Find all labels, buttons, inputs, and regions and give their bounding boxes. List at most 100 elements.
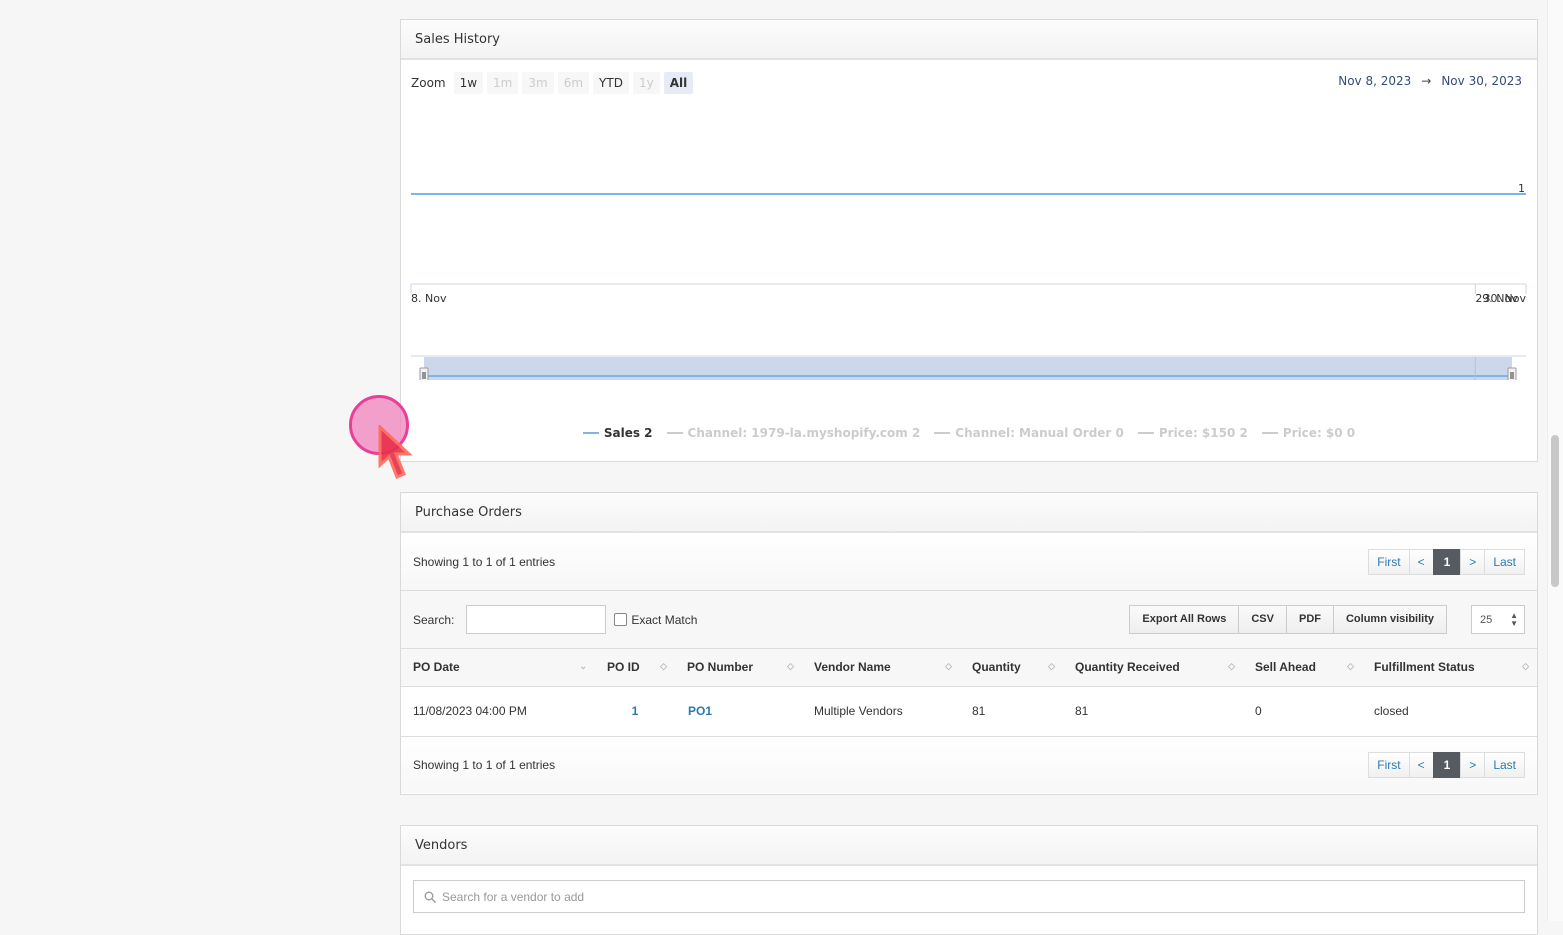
first-page-button[interactable]: First bbox=[1368, 751, 1410, 778]
legend-item[interactable]: Sales 2 bbox=[582, 426, 653, 440]
purchase-orders-table: PO Date ⌄ PO ID ◇ PO Number ◇ Vendor Name ◇ … bbox=[401, 649, 1537, 737]
cell-status: closed bbox=[1362, 686, 1537, 737]
panel-title: Vendors bbox=[415, 837, 468, 853]
legend-line-icon bbox=[666, 432, 683, 434]
table-info-bottom: Showing 1 to 1 of 1 entries First < 1 > … bbox=[401, 736, 1537, 793]
col-label: Fulfillment Status bbox=[1374, 660, 1475, 675]
cell-po-id: 1 bbox=[595, 686, 675, 737]
legend-label: Price: $0 0 bbox=[1282, 426, 1356, 440]
navigator-left-handle[interactable] bbox=[419, 367, 429, 380]
legend-label: Channel: 1979-la.myshopify.com 2 bbox=[687, 426, 921, 440]
legend-item[interactable]: Price: $0 0 bbox=[1261, 426, 1356, 440]
col-label: PO ID bbox=[607, 660, 640, 675]
search-label: Search: bbox=[413, 612, 455, 627]
prev-page-button[interactable]: < bbox=[1408, 751, 1434, 778]
legend-label: Price: $150 2 bbox=[1158, 426, 1248, 440]
col-label: Quantity bbox=[972, 660, 1021, 675]
col-label: Vendor Name bbox=[814, 660, 891, 675]
checkbox-box[interactable] bbox=[614, 613, 628, 626]
panel-title: Sales History bbox=[415, 31, 500, 47]
sort-desc-icon: ⌄ bbox=[579, 661, 587, 671]
cell-sell-ahead: 0 bbox=[1243, 686, 1362, 737]
page-length-select[interactable]: 25 ▲ ▼ bbox=[1471, 605, 1525, 634]
current-page-button[interactable]: 1 bbox=[1432, 548, 1462, 575]
vendors-header: Vendors bbox=[401, 826, 1537, 866]
navigator-right-handle[interactable] bbox=[1507, 367, 1517, 380]
legend-line-icon bbox=[1137, 432, 1154, 434]
cell-po-number: PO1 bbox=[675, 686, 802, 737]
col-quantity-received[interactable]: Quantity Received ◇ bbox=[1063, 649, 1243, 687]
sort-icon: ◇ bbox=[945, 661, 952, 671]
sort-icon: ◇ bbox=[1347, 661, 1354, 671]
po-id-link[interactable]: 1 bbox=[632, 704, 639, 718]
vendor-search-input[interactable]: Search for a vendor to add bbox=[413, 880, 1525, 913]
csv-button[interactable]: CSV bbox=[1238, 605, 1287, 634]
chart-legend: Sales 2 Channel: 1979-la.myshopify.com 2 C… bbox=[401, 426, 1537, 440]
table-row: 11/08/2023 04:00 PM 1 PO1 Multiple Vendo… bbox=[401, 686, 1537, 737]
sales-chart: 18. Nov29. Nov30. Nov8. Nov29. Nov bbox=[410, 182, 1527, 380]
current-page-button[interactable]: 1 bbox=[1432, 751, 1462, 778]
col-po-id[interactable]: PO ID ◇ bbox=[595, 649, 675, 687]
prev-page-button[interactable]: < bbox=[1408, 548, 1434, 575]
page-length-value: 25 bbox=[1480, 613, 1493, 626]
legend-item[interactable]: Channel: 1979-la.myshopify.com 2 bbox=[666, 426, 921, 440]
col-sell-ahead[interactable]: Sell Ahead ◇ bbox=[1243, 649, 1362, 687]
col-label: PO Date bbox=[413, 660, 460, 675]
pdf-button[interactable]: PDF bbox=[1285, 605, 1334, 634]
updown-icon: ▲ ▼ bbox=[1510, 610, 1518, 628]
col-po-number[interactable]: PO Number ◇ bbox=[675, 649, 802, 687]
sort-icon: ◇ bbox=[1048, 661, 1055, 671]
entries-info: Showing 1 to 1 of 1 entries bbox=[413, 554, 556, 569]
table-header-row: PO Date ⌄ PO ID ◇ PO Number ◇ Vendor Name ◇ … bbox=[401, 649, 1537, 687]
col-po-date[interactable]: PO Date ⌄ bbox=[401, 649, 595, 687]
legend-label: Channel: Manual Order 0 bbox=[955, 426, 1124, 440]
x-tick-label: 30. Nov bbox=[1484, 292, 1527, 305]
table-tools: Search: Exact Match Export All Rows CSV … bbox=[401, 591, 1537, 649]
x-tick-label: 8. Nov bbox=[411, 292, 447, 305]
page-scrollbar-thumb[interactable] bbox=[1551, 435, 1559, 587]
col-fulfillment-status[interactable]: Fulfillment Status ◇ bbox=[1362, 649, 1537, 687]
legend-item[interactable]: Price: $150 2 bbox=[1137, 426, 1248, 440]
next-page-button[interactable]: > bbox=[1460, 548, 1486, 575]
purchase-orders-header: Purchase Orders bbox=[401, 493, 1537, 533]
cell-quantity: 81 bbox=[960, 686, 1063, 737]
sort-icon: ◇ bbox=[787, 661, 794, 671]
last-page-button[interactable]: Last bbox=[1484, 548, 1525, 575]
col-label: Quantity Received bbox=[1075, 660, 1180, 675]
series-end-label: 1 bbox=[1518, 182, 1525, 195]
col-vendor-name[interactable]: Vendor Name ◇ bbox=[802, 649, 960, 687]
sales-history-panel: Sales History Zoom 1w 1m 3m 6m YTD 1y Al… bbox=[400, 19, 1538, 462]
vendor-search-placeholder: Search for a vendor to add bbox=[442, 889, 585, 904]
export-all-rows-button[interactable]: Export All Rows bbox=[1129, 605, 1240, 634]
legend-line-icon bbox=[934, 432, 951, 434]
sort-icon: ◇ bbox=[1522, 661, 1529, 671]
legend-line-icon bbox=[582, 432, 599, 434]
col-quantity[interactable]: Quantity ◇ bbox=[960, 649, 1063, 687]
col-label: Sell Ahead bbox=[1255, 660, 1316, 675]
export-buttons: Export All Rows CSV PDF Column visibilit… bbox=[1129, 605, 1447, 634]
purchase-orders-panel: Purchase Orders Showing 1 to 1 of 1 entr… bbox=[400, 492, 1538, 795]
pagination-bottom: First < 1 > Last bbox=[1368, 751, 1525, 778]
entries-info: Showing 1 to 1 of 1 entries bbox=[413, 757, 556, 772]
cell-po-date: 11/08/2023 04:00 PM bbox=[401, 686, 595, 737]
panel-title: Purchase Orders bbox=[415, 504, 522, 520]
column-visibility-button[interactable]: Column visibility bbox=[1332, 605, 1447, 634]
search-icon bbox=[424, 891, 436, 903]
col-label: PO Number bbox=[687, 660, 754, 675]
pagination-top: First < 1 > Last bbox=[1368, 548, 1525, 575]
search-input[interactable] bbox=[466, 605, 607, 634]
exact-match-checkbox[interactable]: Exact Match bbox=[614, 613, 697, 627]
vendors-panel: Vendors Search for a vendor to add bbox=[400, 825, 1538, 935]
first-page-button[interactable]: First bbox=[1368, 548, 1410, 575]
cell-received: 81 bbox=[1063, 686, 1243, 737]
legend-line-icon bbox=[1261, 432, 1278, 434]
mouse-cursor-icon bbox=[378, 425, 413, 479]
last-page-button[interactable]: Last bbox=[1484, 751, 1525, 778]
sort-icon: ◇ bbox=[660, 661, 667, 671]
legend-item[interactable]: Channel: Manual Order 0 bbox=[934, 426, 1124, 440]
sort-icon: ◇ bbox=[1228, 661, 1235, 671]
legend-label: Sales 2 bbox=[603, 426, 653, 440]
po-number-link[interactable]: PO1 bbox=[688, 704, 712, 718]
table-info-top: Showing 1 to 1 of 1 entries First < 1 > … bbox=[401, 533, 1537, 591]
next-page-button[interactable]: > bbox=[1460, 751, 1486, 778]
